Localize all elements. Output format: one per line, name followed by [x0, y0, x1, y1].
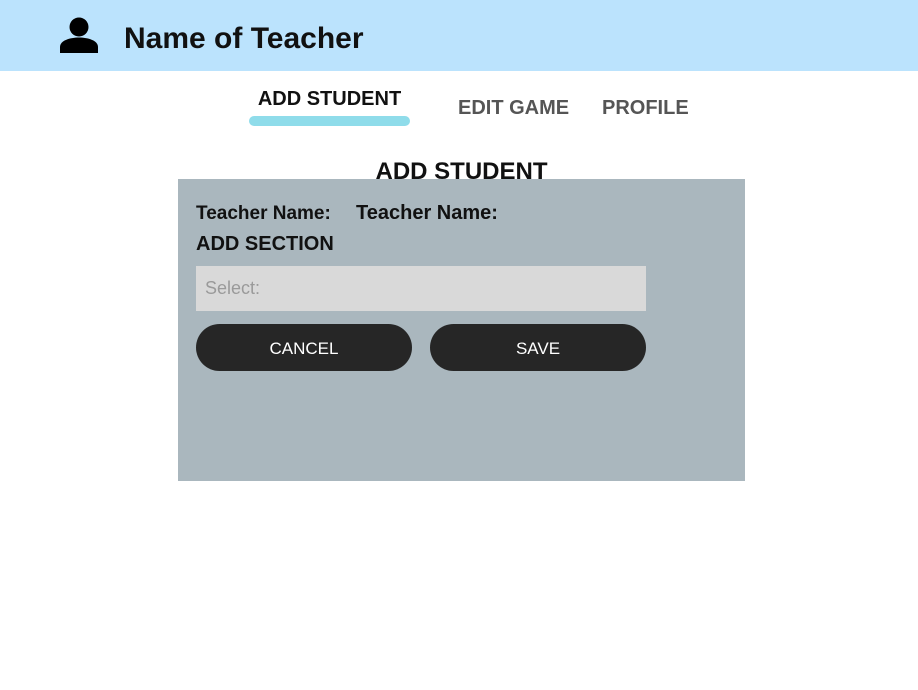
user-icon[interactable] — [60, 17, 98, 53]
tab-edit-game[interactable]: EDIT GAME — [458, 96, 569, 120]
cancel-button[interactable]: CANCEL — [196, 324, 412, 371]
app-header: Name of Teacher — [0, 0, 918, 71]
teacher-name-title: Name of Teacher — [124, 22, 364, 55]
tab-profile[interactable]: PROFILE — [602, 96, 689, 120]
page-title: ADD STUDENT — [375, 158, 548, 185]
tab-add-student[interactable]: ADD STUDENT — [249, 87, 410, 111]
teacher-name-value: Teacher Name: — [356, 202, 498, 224]
save-button[interactable]: SAVE — [430, 324, 646, 371]
active-tab-indicator — [249, 116, 410, 126]
section-select[interactable]: Select: — [196, 266, 646, 311]
add-section-label: ADD SECTION — [196, 233, 334, 255]
teacher-name-label: Teacher Name: — [196, 203, 331, 224]
